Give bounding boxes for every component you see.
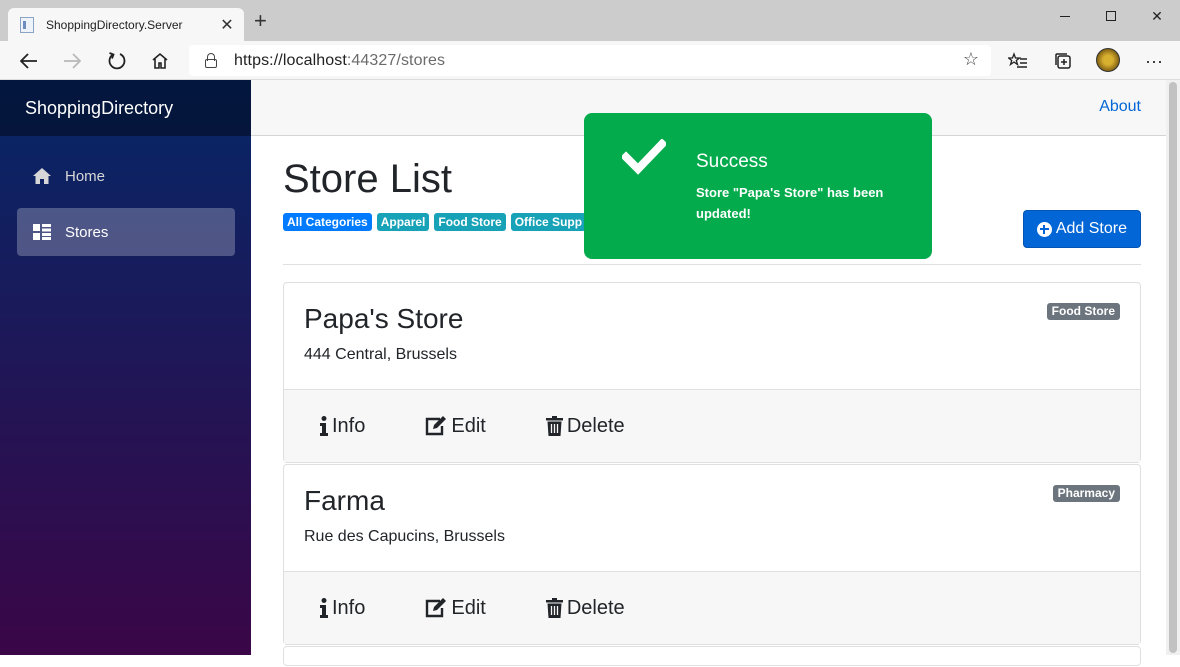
url-path: :44327/stores bbox=[346, 51, 446, 69]
url-text: https://localhost:44327/stores bbox=[234, 52, 445, 70]
browser-tab[interactable]: ShoppingDirectory.Server ✕ bbox=[8, 8, 244, 41]
favorite-star-icon[interactable]: ☆ bbox=[963, 49, 979, 70]
sidebar-nav: Home Stores bbox=[0, 136, 251, 256]
divider bbox=[283, 264, 1141, 265]
minimize-button[interactable] bbox=[1042, 0, 1088, 32]
store-category-badge: Food Store bbox=[1046, 303, 1120, 320]
sidebar: ShoppingDirectory Home Stores bbox=[0, 80, 251, 655]
checkmark-icon bbox=[620, 138, 668, 180]
close-tab-icon[interactable]: ✕ bbox=[216, 15, 238, 35]
browser-titlebar: ShoppingDirectory.Server ✕ + ✕ bbox=[0, 0, 1180, 41]
category-badge-food-store[interactable]: Food Store bbox=[434, 213, 506, 231]
store-card-actions: Info Edit Delete bbox=[284, 571, 1140, 644]
store-card-body: Farma Rue des Capucins, Brussels Pharmac… bbox=[284, 465, 1140, 571]
info-icon bbox=[320, 598, 328, 618]
add-store-label: Add Store bbox=[1055, 220, 1127, 237]
edit-icon bbox=[425, 416, 447, 436]
tab-title: ShoppingDirectory.Server bbox=[46, 17, 183, 32]
home-browser-icon[interactable] bbox=[148, 49, 172, 73]
home-icon bbox=[33, 167, 51, 185]
store-name: Papa's Store bbox=[304, 303, 464, 334]
maximize-icon bbox=[1106, 11, 1116, 21]
toast-message: Store "Papa's Store" has been updated! bbox=[696, 185, 884, 221]
store-card-body: Papa's Store 444 Central, Brussels Food … bbox=[284, 283, 1140, 389]
trash-icon bbox=[545, 598, 563, 618]
trash-icon bbox=[545, 416, 563, 436]
store-name: Farma bbox=[304, 485, 385, 516]
plus-circle-icon bbox=[1036, 221, 1052, 237]
store-category-badge: Pharmacy bbox=[1052, 485, 1120, 502]
add-store-button[interactable]: Add Store bbox=[1022, 210, 1141, 248]
info-button[interactable]: Info bbox=[308, 591, 377, 626]
lock-icon bbox=[205, 52, 217, 68]
close-icon: ✕ bbox=[1151, 7, 1163, 24]
close-window-button[interactable]: ✕ bbox=[1134, 0, 1180, 32]
profile-avatar[interactable] bbox=[1096, 48, 1120, 72]
info-label: Info bbox=[332, 414, 366, 437]
delete-button[interactable]: Delete bbox=[534, 409, 637, 444]
edit-label: Edit bbox=[451, 596, 486, 619]
about-link[interactable]: About bbox=[1099, 98, 1141, 116]
category-badge-all[interactable]: All Categories bbox=[283, 213, 372, 231]
info-button[interactable]: Info bbox=[308, 409, 377, 444]
sidebar-item-label: Stores bbox=[65, 223, 109, 241]
store-card-actions: Info Edit Delete bbox=[284, 389, 1140, 462]
new-tab-icon[interactable]: + bbox=[254, 10, 267, 32]
back-icon[interactable] bbox=[17, 49, 41, 73]
category-badge-apparel[interactable]: Apparel bbox=[376, 213, 430, 231]
store-card-partial bbox=[283, 646, 1141, 666]
edit-label: Edit bbox=[451, 414, 486, 437]
brand-bar: ShoppingDirectory bbox=[0, 80, 251, 136]
brand-name[interactable]: ShoppingDirectory bbox=[25, 98, 173, 119]
store-card: Papa's Store 444 Central, Brussels Food … bbox=[283, 282, 1141, 463]
store-list: Papa's Store 444 Central, Brussels Food … bbox=[283, 282, 1141, 667]
edit-icon bbox=[425, 598, 447, 618]
info-label: Info bbox=[332, 596, 366, 619]
delete-label: Delete bbox=[566, 414, 625, 437]
edit-button[interactable]: Edit bbox=[413, 409, 497, 444]
page-favicon-icon bbox=[20, 16, 34, 33]
refresh-icon[interactable] bbox=[105, 49, 129, 73]
sidebar-item-label: Home bbox=[65, 167, 106, 185]
delete-button[interactable]: Delete bbox=[534, 591, 637, 626]
minimize-icon bbox=[1060, 15, 1070, 17]
forward-icon[interactable] bbox=[60, 49, 84, 73]
edit-button[interactable]: Edit bbox=[413, 591, 497, 626]
store-address: Rue des Capucins, Brussels bbox=[304, 528, 505, 545]
window-controls: ✕ bbox=[1042, 0, 1180, 32]
browser-toolbar: https://localhost:44327/stores ☆ ··· bbox=[0, 41, 1180, 80]
page-scrollbar[interactable] bbox=[1166, 80, 1180, 655]
scrollbar-thumb[interactable] bbox=[1169, 82, 1177, 653]
delete-label: Delete bbox=[566, 596, 625, 619]
store-address: 444 Central, Brussels bbox=[304, 346, 457, 363]
sidebar-item-home[interactable]: Home bbox=[17, 152, 235, 200]
more-options-icon[interactable]: ··· bbox=[1142, 49, 1166, 73]
url-host: https://localhost bbox=[234, 51, 347, 69]
success-toast[interactable]: Success Store "Papa's Store" has been up… bbox=[584, 113, 932, 259]
list-icon bbox=[33, 223, 51, 241]
toast-title: Success bbox=[696, 151, 768, 172]
category-badge-office-supplies[interactable]: Office Supp bbox=[510, 213, 587, 231]
favorites-icon[interactable] bbox=[1006, 49, 1030, 73]
address-bar[interactable]: https://localhost:44327/stores ☆ bbox=[189, 45, 991, 76]
sidebar-item-stores[interactable]: Stores bbox=[17, 208, 235, 256]
info-icon bbox=[320, 416, 328, 436]
collections-icon[interactable] bbox=[1051, 49, 1075, 73]
store-card: Farma Rue des Capucins, Brussels Pharmac… bbox=[283, 464, 1141, 645]
maximize-button[interactable] bbox=[1088, 0, 1134, 32]
